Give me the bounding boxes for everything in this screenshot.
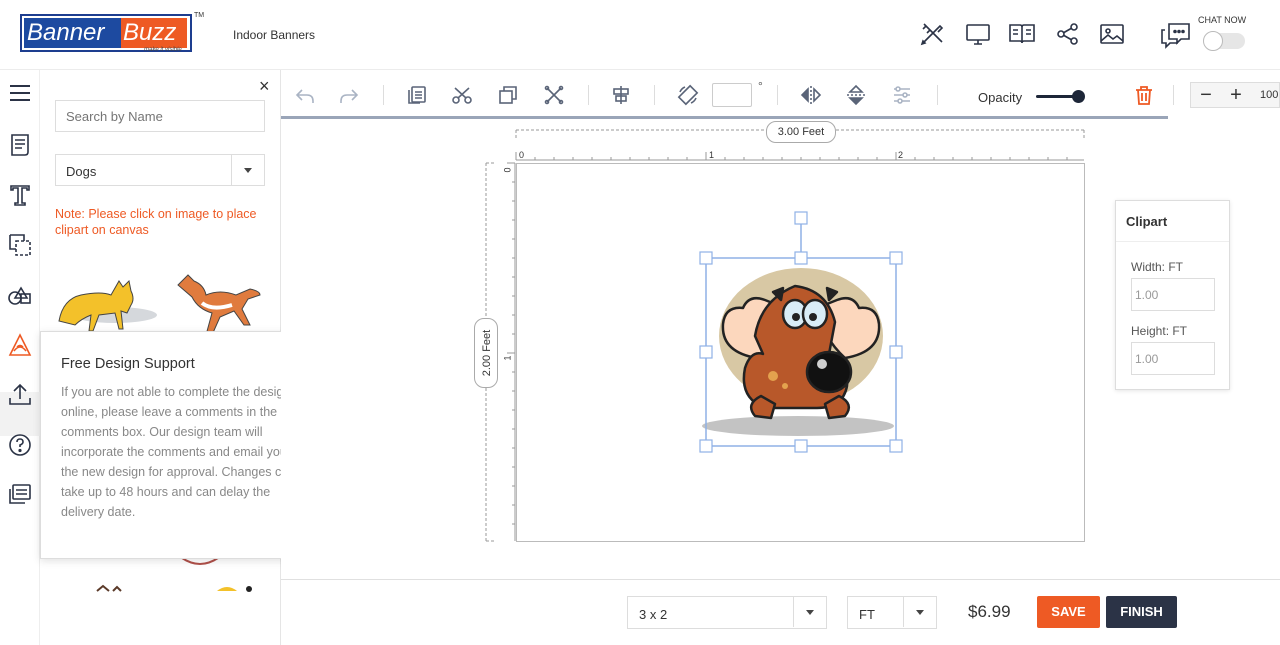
copy-icon[interactable] — [406, 84, 428, 106]
clipart-search-input[interactable] — [55, 100, 265, 132]
width-input[interactable]: 1.00 — [1131, 278, 1215, 311]
upload-icon[interactable] — [7, 382, 33, 408]
support-text: If you are not able to complete the desi… — [61, 385, 296, 519]
logo-text-banner: Banner — [24, 18, 121, 48]
flip-horizontal-icon[interactable] — [800, 84, 822, 106]
size-value: 3 x 2 — [639, 607, 668, 622]
zoom-in-button[interactable]: + — [1223, 85, 1249, 105]
clipart-thumbnail[interactable] — [172, 273, 264, 333]
ruler-top-label: 1 — [709, 150, 715, 160]
panel-close-button[interactable]: × — [259, 76, 270, 97]
trash-icon[interactable] — [1133, 84, 1155, 106]
clipart-thumbnail[interactable] — [55, 273, 160, 335]
unit-select[interactable]: FT — [847, 596, 937, 629]
chat-now-label: CHAT NOW — [1198, 15, 1247, 25]
menu-icon[interactable] — [7, 80, 33, 106]
height-input[interactable]: 1.00 — [1131, 342, 1215, 375]
flip-vertical-icon[interactable] — [845, 84, 867, 106]
toolbar-separator — [588, 85, 589, 105]
bottom-bar: 3 x 2 FT $6.99 SAVE FINISH — [281, 579, 1280, 645]
toggle-knob — [1203, 31, 1223, 51]
cut-icon[interactable] — [451, 84, 473, 106]
support-title: Free Design Support — [61, 356, 195, 372]
redo-icon[interactable] — [338, 84, 360, 106]
adjust-settings-icon[interactable] — [891, 84, 913, 106]
clipart-properties-panel: Clipart Width: FT 1.00 Height: FT 1.00 — [1115, 200, 1230, 390]
zoom-value: 100 — [1260, 89, 1279, 101]
help-icon[interactable] — [7, 432, 33, 458]
canvas-width-label: 3.00 Feet — [766, 121, 836, 143]
chat-icon[interactable] — [1160, 18, 1192, 50]
specifications-icon[interactable] — [1008, 20, 1036, 48]
clipart-category-select[interactable]: Dogs — [55, 154, 265, 186]
image-icon[interactable] — [1098, 20, 1126, 48]
chevron-down-icon — [916, 610, 924, 615]
height-label: Height: FT — [1131, 324, 1188, 338]
toolbar-separator — [383, 85, 384, 105]
toolbar-underline — [281, 116, 1168, 119]
clipart-thumbnail[interactable] — [215, 584, 255, 592]
finish-button[interactable]: FINISH — [1106, 596, 1177, 628]
price: $6.99 — [968, 602, 1011, 621]
undo-icon[interactable] — [294, 84, 316, 106]
selected-clipart[interactable] — [695, 208, 907, 456]
size-dropdown-button[interactable] — [793, 597, 826, 627]
degree-symbol: ° — [758, 79, 763, 93]
editor-toolbar: ° Opacity − + 100 — [281, 70, 1280, 120]
ruler-top-label: 0 — [519, 150, 525, 160]
category-value: Dogs — [66, 164, 97, 179]
logo-tagline: make it visible — [144, 47, 182, 53]
ruler-left-label: 0 — [502, 167, 513, 173]
preview-icon[interactable] — [964, 20, 992, 48]
chevron-down-icon — [806, 610, 814, 615]
delete-cross-icon[interactable] — [543, 84, 565, 106]
align-center-icon[interactable] — [610, 84, 632, 106]
zoom-control: − + 100 — [1190, 82, 1280, 108]
text-icon[interactable] — [7, 182, 33, 208]
shapes-icon[interactable] — [7, 282, 33, 308]
size-select[interactable]: 3 x 2 — [627, 596, 827, 629]
share-icon[interactable] — [1054, 20, 1082, 48]
toolbar-separator — [777, 85, 778, 105]
zoom-out-button[interactable]: − — [1193, 85, 1219, 105]
template-icon[interactable] — [7, 132, 33, 158]
clipart-icon[interactable] — [7, 332, 33, 358]
ruler-top-label: 2 — [898, 150, 904, 160]
header: Banner Buzz make it visible TM Indoor Ba… — [0, 0, 1280, 70]
canvas-height-pill: 2.00 Feet — [474, 318, 498, 388]
logo-text-buzz: Buzz — [121, 18, 187, 48]
props-title: Clipart — [1116, 201, 1229, 242]
tool-rail — [0, 70, 40, 645]
toolbar-separator — [937, 85, 938, 105]
clipart-note: Note: Please click on image to place cli… — [55, 207, 257, 237]
unit-value: FT — [859, 607, 875, 622]
design-tools-icon[interactable] — [918, 20, 946, 48]
bannerbuzz-logo[interactable]: Banner Buzz make it visible TM — [20, 12, 204, 54]
background-icon[interactable] — [7, 232, 33, 258]
clipart-thumbnail[interactable] — [95, 584, 125, 592]
rotate-icon[interactable] — [677, 84, 699, 106]
logo-trademark: TM — [194, 12, 205, 19]
unit-dropdown-button[interactable] — [903, 597, 936, 627]
toolbar-separator — [1173, 85, 1174, 105]
duplicate-icon[interactable] — [497, 84, 519, 106]
comments-icon[interactable] — [7, 482, 33, 508]
save-button[interactable]: SAVE — [1037, 596, 1100, 628]
opacity-slider-handle[interactable] — [1072, 90, 1085, 103]
free-design-support-popup: × Free Design Support If you are not abl… — [40, 331, 310, 559]
rotation-input[interactable] — [712, 83, 752, 107]
chevron-down-icon — [244, 168, 252, 173]
toolbar-separator — [654, 85, 655, 105]
product-title: Indoor Banners — [233, 28, 316, 42]
chat-toggle[interactable] — [1203, 31, 1245, 51]
category-dropdown-button[interactable] — [231, 155, 264, 185]
ruler-left-label: 1 — [502, 355, 513, 361]
canvas-height-label: 2.00 Feet — [481, 329, 493, 377]
width-label: Width: FT — [1131, 260, 1184, 274]
opacity-label: Opacity — [978, 90, 1023, 105]
